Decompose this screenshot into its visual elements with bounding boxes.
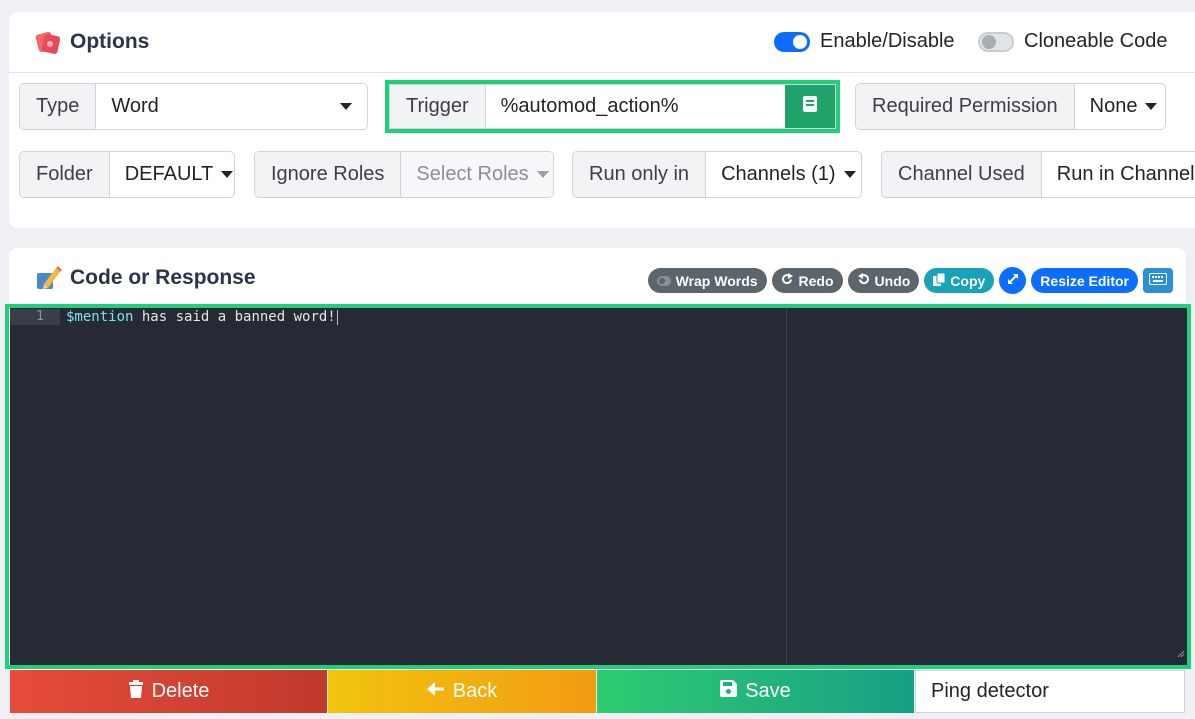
code-title: Code or Response xyxy=(70,266,256,289)
chevron-down-icon xyxy=(843,171,856,178)
pencil-icon xyxy=(34,264,62,292)
toggle-icon xyxy=(656,273,671,289)
undo-button[interactable]: Undo xyxy=(847,268,920,293)
run-only-in-group: Run only in Channels (1) xyxy=(572,151,862,198)
chevron-down-icon xyxy=(536,171,549,178)
required-permission-group: Required Permission None xyxy=(855,83,1166,130)
options-divider xyxy=(9,72,1195,73)
chevron-down-icon xyxy=(221,171,234,178)
copy-button[interactable]: Copy xyxy=(924,268,995,293)
channel-used-label: Channel Used xyxy=(882,152,1042,197)
ignore-roles-select[interactable]: Select Roles xyxy=(401,152,553,197)
required-permission-select[interactable]: None xyxy=(1075,84,1165,129)
trash-icon xyxy=(128,679,144,704)
type-label: Type xyxy=(20,84,97,129)
redo-label: Redo xyxy=(798,272,834,289)
editor-gutter: 1 xyxy=(10,308,60,665)
undo-icon xyxy=(857,272,870,289)
delete-button[interactable]: Delete xyxy=(10,670,327,713)
cloneable-switch[interactable] xyxy=(978,31,1014,52)
save-button[interactable]: Save xyxy=(597,670,914,713)
cloneable-toggle[interactable]: Cloneable Code xyxy=(978,30,1167,53)
ignore-roles-label: Ignore Roles xyxy=(255,152,402,197)
back-button[interactable]: Back xyxy=(328,670,596,713)
undo-label: Undo xyxy=(874,272,911,289)
wrap-words-button[interactable]: Wrap Words xyxy=(647,268,767,293)
run-only-in-value: Channels (1) xyxy=(721,163,836,185)
text-cursor xyxy=(336,309,338,325)
type-group: Type Word xyxy=(19,83,368,130)
required-permission-value: None xyxy=(1089,95,1138,117)
editor-toolbar: Wrap Words Redo Undo Copy Resize Editor xyxy=(647,267,1173,294)
options-title: Options xyxy=(70,30,150,53)
folder-select[interactable]: DEFAULT xyxy=(110,152,234,197)
redo-icon xyxy=(781,272,794,289)
channel-used-select[interactable]: Run in Channel xyxy=(1042,152,1195,197)
back-label: Back xyxy=(452,680,498,702)
enable-toggle[interactable]: Enable/Disable xyxy=(774,30,955,53)
command-name-input[interactable]: Ping detector xyxy=(915,670,1185,713)
copy-icon xyxy=(933,272,946,289)
trigger-label: Trigger xyxy=(390,85,486,128)
redo-button[interactable]: Redo xyxy=(771,268,843,293)
chevron-down-icon xyxy=(1145,103,1158,110)
type-select[interactable]: Word xyxy=(96,84,367,129)
keyboard-button[interactable] xyxy=(1143,268,1173,293)
keyboard-icon xyxy=(1149,272,1167,290)
print-margin xyxy=(786,308,787,665)
expand-icon xyxy=(1007,272,1019,290)
channel-used-value: Run in Channel xyxy=(1056,163,1195,185)
line-number: 1 xyxy=(10,309,60,325)
book-icon xyxy=(802,95,818,119)
delete-label: Delete xyxy=(151,680,210,702)
run-only-in-label: Run only in xyxy=(573,152,707,197)
folder-group: Folder DEFAULT xyxy=(19,151,235,198)
cloneable-label: Cloneable Code xyxy=(1024,30,1168,52)
run-only-in-select[interactable]: Channels (1) xyxy=(706,152,861,197)
options-icon xyxy=(34,28,62,56)
options-header: Options xyxy=(34,28,149,56)
arrow-left-icon xyxy=(426,680,445,703)
chevron-down-icon xyxy=(340,103,352,110)
channel-used-group: Channel Used Run in Channel xyxy=(881,151,1195,198)
folder-label: Folder xyxy=(20,152,110,197)
code-variable: $mention xyxy=(66,309,134,325)
resize-editor-button[interactable]: Resize Editor xyxy=(1031,268,1138,293)
code-text: has said a banned word! xyxy=(133,309,336,325)
type-value: Word xyxy=(111,95,159,117)
expand-button[interactable] xyxy=(999,267,1027,294)
wrap-words-label: Wrap Words xyxy=(675,272,758,289)
code-editor[interactable]: 1 $mention has said a banned word! xyxy=(10,308,1187,665)
copy-label: Copy xyxy=(950,272,986,289)
floppy-icon xyxy=(720,680,738,703)
code-line[interactable]: $mention has said a banned word! xyxy=(66,309,338,325)
resize-editor-label: Resize Editor xyxy=(1040,272,1129,289)
resize-grip-icon[interactable] xyxy=(1177,645,1185,663)
save-label: Save xyxy=(745,680,791,702)
required-permission-label: Required Permission xyxy=(856,84,1075,129)
trigger-group: Trigger %automod_action% xyxy=(389,84,836,129)
trigger-book-button[interactable] xyxy=(785,85,835,128)
ignore-roles-placeholder: Select Roles xyxy=(416,163,529,185)
enable-label: Enable/Disable xyxy=(820,30,955,52)
trigger-value: %automod_action% xyxy=(500,95,679,117)
folder-value: DEFAULT xyxy=(124,163,214,185)
enable-switch[interactable] xyxy=(774,31,810,52)
code-header: Code or Response xyxy=(34,264,256,292)
trigger-input[interactable]: %automod_action% xyxy=(486,85,785,128)
ignore-roles-group: Ignore Roles Select Roles xyxy=(254,151,554,198)
